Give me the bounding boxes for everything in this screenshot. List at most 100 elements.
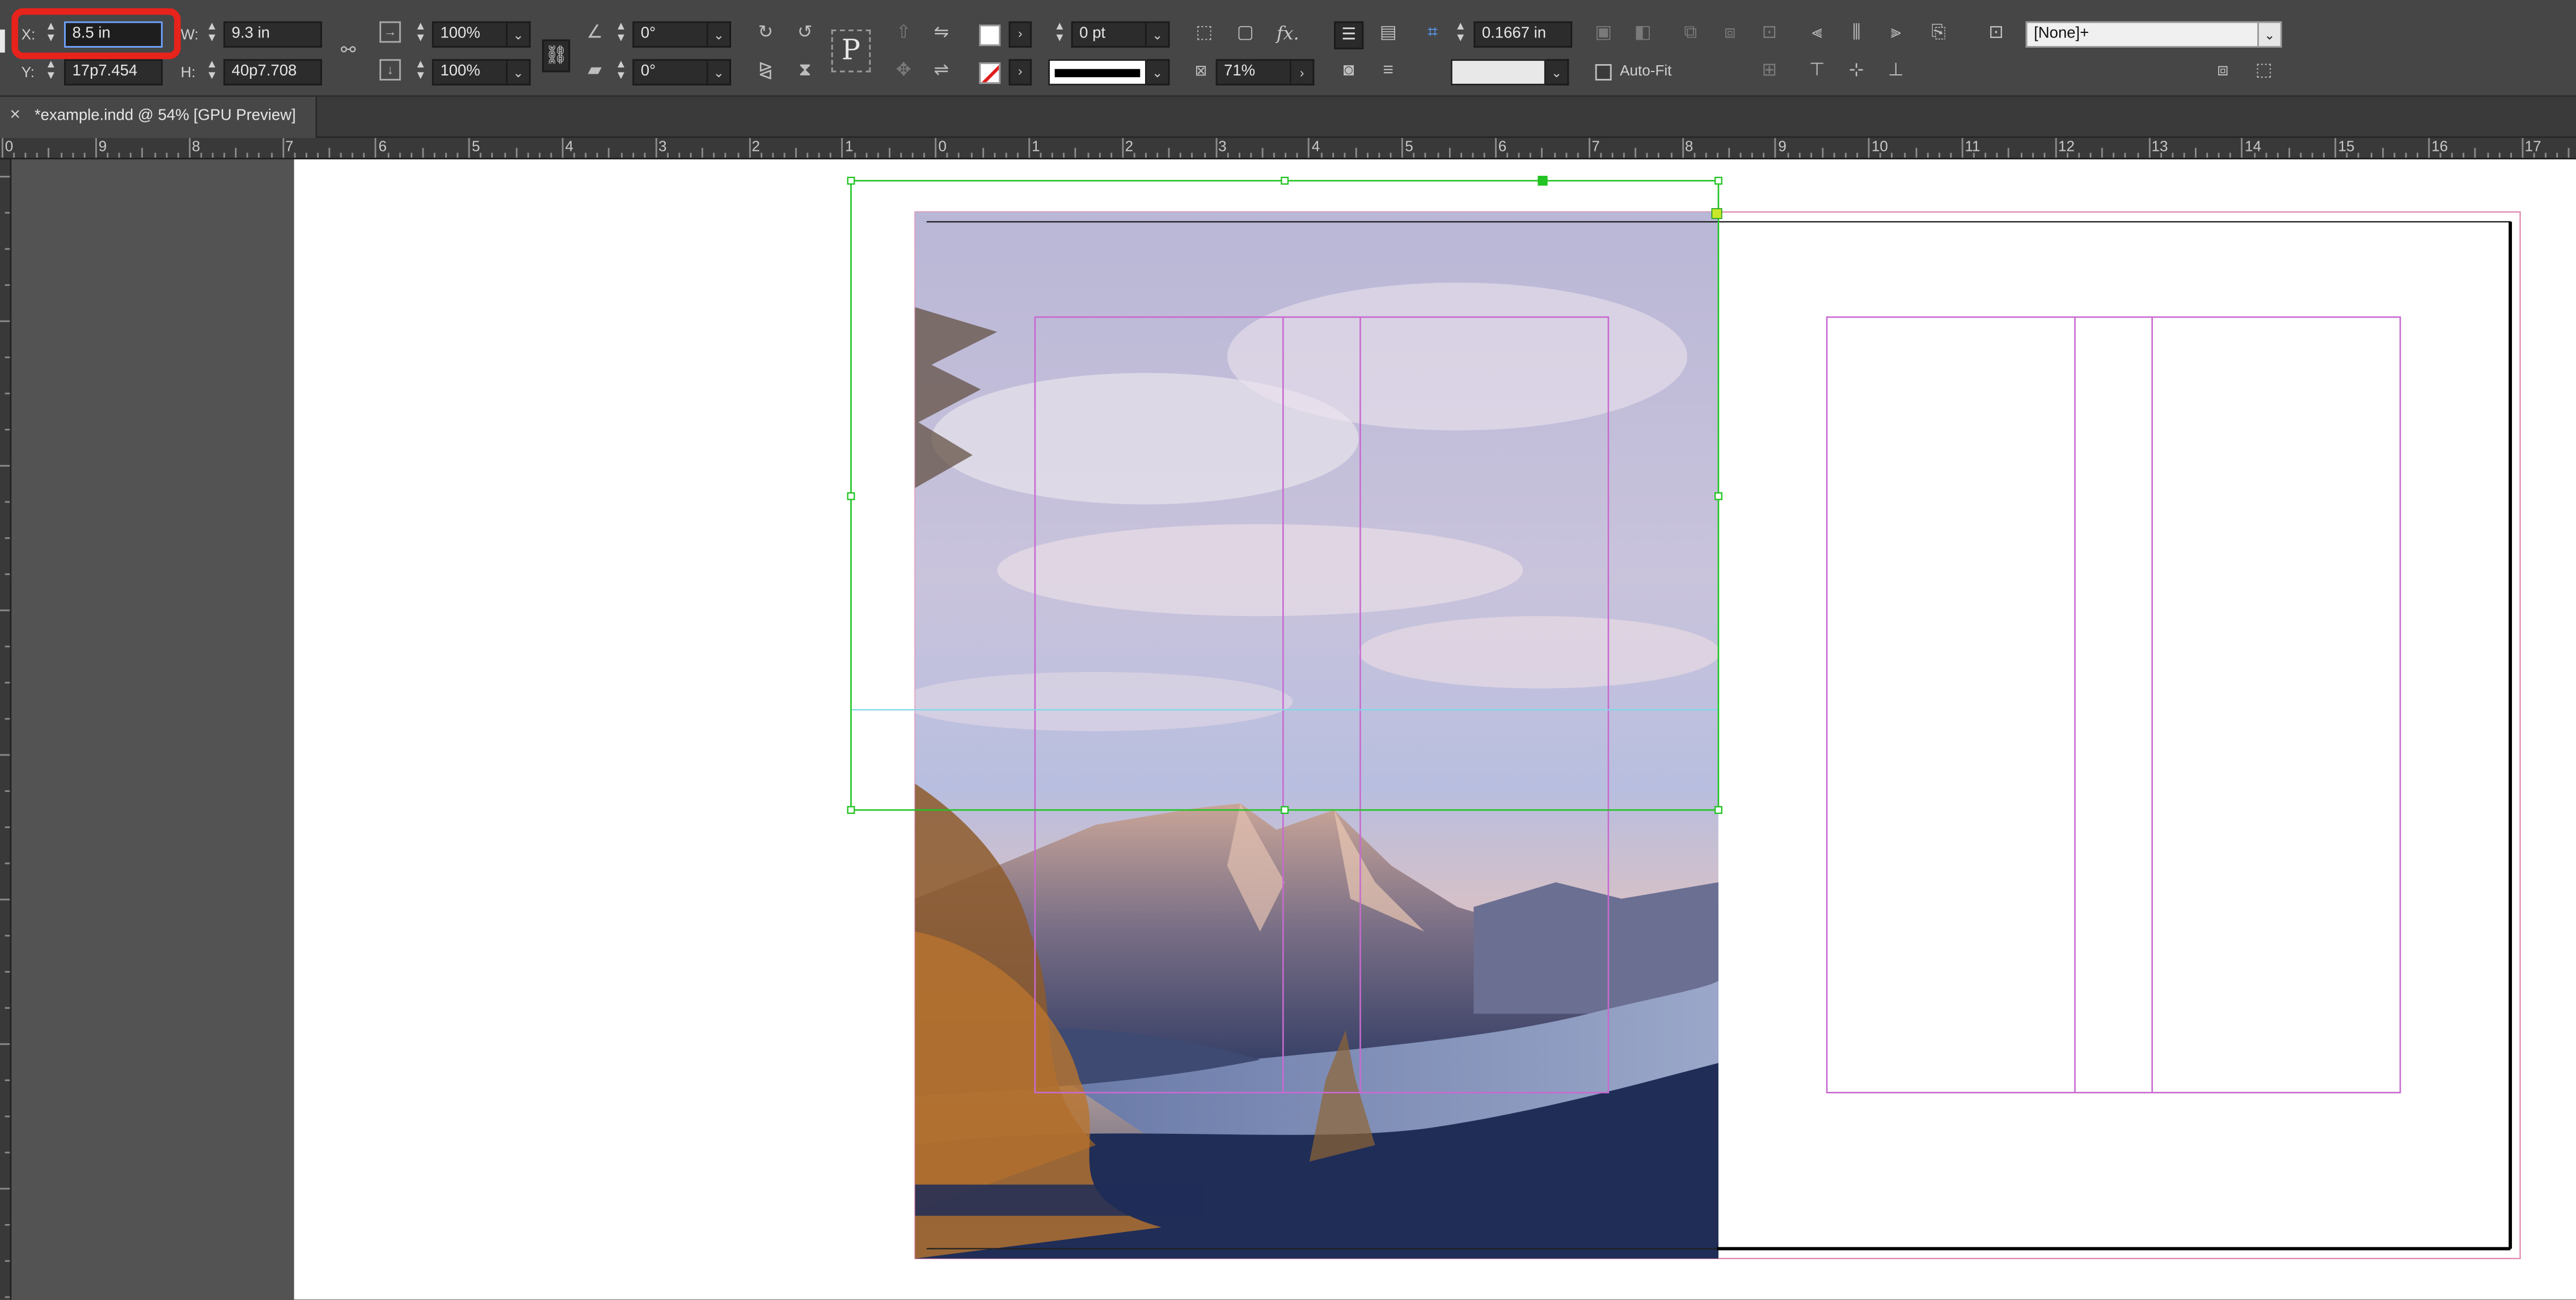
- scale-y-stepper[interactable]: ▲ ▼: [412, 59, 429, 85]
- select-content-icon[interactable]: ✥: [890, 59, 917, 85]
- flip-horizontal-icon[interactable]: ⧎: [753, 59, 779, 85]
- corner-options-icon[interactable]: ⬚: [1191, 22, 1217, 48]
- select-previous-icon[interactable]: ⇋: [928, 22, 955, 48]
- scale-y-dropdown[interactable]: ⌄: [508, 59, 531, 86]
- fit-content-to-frame-icon[interactable]: ⧈: [1717, 22, 1743, 48]
- w-stepper[interactable]: ▲ ▼: [204, 22, 220, 48]
- align-right-icon[interactable]: ⫸: [1883, 22, 1909, 48]
- stroke-type-selector[interactable]: [1048, 59, 1147, 86]
- ruler-minor-tick: [5, 645, 10, 648]
- close-tab-icon[interactable]: ×: [10, 105, 20, 125]
- text-wrap-jump-icon[interactable]: ≡: [1375, 59, 1401, 85]
- landscape-photo: [915, 212, 1718, 1259]
- offset-stepper[interactable]: ▲ ▼: [1452, 22, 1469, 48]
- ruler-minor-tick: [1938, 153, 1940, 158]
- pasteboard[interactable]: [11, 159, 2576, 1300]
- drop-shadow-icon[interactable]: ▢: [1232, 22, 1259, 48]
- stroke-weight-dropdown[interactable]: ⌄: [1146, 21, 1170, 48]
- ruler-minor-tick: [2265, 153, 2267, 158]
- rotate-counterclockwise-icon[interactable]: ↺: [792, 22, 818, 48]
- align-to-selection-icon[interactable]: ⎘: [1925, 22, 1952, 48]
- w-label: W:: [180, 26, 199, 43]
- center-content-icon[interactable]: ⊡: [1756, 22, 1783, 48]
- width-field[interactable]: 9.3 in: [223, 21, 322, 48]
- ruler-minor-tick: [1226, 153, 1228, 158]
- y-position-field[interactable]: 17p7.454: [64, 59, 163, 86]
- shear-stepper[interactable]: ▲ ▼: [613, 59, 629, 85]
- scale-x-dropdown[interactable]: ⌄: [508, 21, 531, 48]
- scale-x-field[interactable]: 100%: [432, 21, 508, 48]
- align-bottom-icon[interactable]: ⊥: [1883, 59, 1909, 85]
- ruler-minor-tick: [2136, 153, 2139, 158]
- fx-icon[interactable]: fx.: [1277, 23, 1299, 45]
- fit-frame-to-content-icon[interactable]: ⧉: [1678, 22, 1704, 48]
- ruler-minor-tick: [142, 147, 144, 158]
- opacity-field[interactable]: 71%: [1215, 59, 1291, 86]
- frame-stroke-dropdown[interactable]: ⌄: [1545, 59, 1569, 86]
- shear-dropdown[interactable]: ⌄: [708, 59, 732, 86]
- stroke-weight-stepper[interactable]: ▲ ▼: [1051, 22, 1068, 48]
- align-top-icon[interactable]: ⊤: [1804, 59, 1830, 85]
- fill-menu-button[interactable]: ›: [1008, 21, 1032, 48]
- ruler-minor-tick: [1576, 153, 1578, 158]
- select-next-icon[interactable]: ⇌: [928, 59, 955, 85]
- ruler-minor-tick: [5, 248, 10, 250]
- ruler-label: 8: [1684, 138, 1694, 155]
- stroke-type-dropdown[interactable]: ⌄: [1146, 59, 1170, 86]
- align-center-icon[interactable]: ⫼: [1843, 22, 1869, 48]
- ruler-minor-tick: [433, 153, 436, 158]
- scale-y-field[interactable]: 100%: [432, 59, 508, 86]
- flip-vertical-icon[interactable]: ⧗: [792, 59, 818, 85]
- opacity-menu-button[interactable]: ›: [1291, 59, 1315, 86]
- vertical-ruler[interactable]: [0, 159, 12, 1300]
- ruler-minor-tick: [5, 212, 10, 214]
- y-stepper[interactable]: ▲ ▼: [43, 59, 59, 85]
- stroke-weight-field[interactable]: 0 pt: [1071, 21, 1147, 48]
- ruler-minor-tick: [5, 537, 10, 539]
- ruler-minor-tick: [982, 147, 983, 158]
- horizontal-ruler[interactable]: 0 9 8 7 6 5 4 3 2 1 0 1 2 3 4 5 6 7 8 9 10 11 12 13 14 15 16 17: [0, 138, 2576, 159]
- content-aware-fit-icon[interactable]: ⊞: [1756, 59, 1783, 85]
- shear-angle-field[interactable]: 0°: [632, 59, 708, 86]
- stroke-swatch-icon[interactable]: [979, 62, 1001, 84]
- offset-field[interactable]: 0.1667 in: [1473, 21, 1573, 48]
- ruler-minor-tick: [2486, 153, 2489, 158]
- auto-fit-checkbox[interactable]: [1595, 64, 1612, 81]
- stroke-menu-button[interactable]: ›: [1008, 59, 1032, 86]
- text-wrap-bounding-icon[interactable]: ▤: [1375, 22, 1401, 48]
- ruler-minor-tick: [60, 153, 62, 158]
- align-left-icon[interactable]: ⫷: [1804, 22, 1830, 48]
- h-stepper[interactable]: ▲ ▼: [204, 59, 220, 85]
- ruler-minor-tick: [235, 147, 237, 158]
- ruler-minor-tick: [153, 153, 155, 158]
- scale-x-stepper[interactable]: ▲ ▼: [412, 22, 429, 48]
- select-container-icon[interactable]: ⇧: [890, 22, 917, 48]
- link-scale-button[interactable]: ⛓: [542, 39, 571, 73]
- ruler-minor-tick: [1297, 153, 1299, 158]
- reference-point-indicator[interactable]: P: [831, 29, 871, 73]
- height-field[interactable]: 40p7.708: [223, 59, 322, 86]
- text-wrap-none-button[interactable]: ☰: [1334, 21, 1364, 49]
- rotate-angle-field[interactable]: 0°: [632, 21, 708, 48]
- ruler-minor-tick: [0, 754, 10, 756]
- fill-frame-proportionally-icon[interactable]: ◧: [1630, 22, 1656, 48]
- fit-content-proportionally-icon[interactable]: ▣: [1590, 22, 1616, 48]
- constrain-proportions-icon[interactable]: ⚯: [335, 40, 361, 66]
- rotate-clockwise-icon[interactable]: ↻: [753, 22, 779, 48]
- align-middle-icon[interactable]: ⊹: [1843, 59, 1869, 85]
- ruler-minor-tick: [2206, 153, 2208, 158]
- panel-grip[interactable]: [0, 29, 5, 53]
- rotate-stepper[interactable]: ▲ ▼: [613, 22, 629, 48]
- ruler-tick: [842, 138, 844, 158]
- break-link-icon[interactable]: ⬚: [2250, 59, 2277, 85]
- object-style-dropdown[interactable]: ⌄: [2258, 21, 2282, 48]
- ruler-minor-tick: [2311, 153, 2313, 158]
- object-style-select[interactable]: [None]+: [2025, 21, 2259, 48]
- document-tab[interactable]: × *example.indd @ 54% [GPU Preview]: [0, 96, 318, 138]
- ruler-minor-tick: [5, 1224, 10, 1226]
- text-wrap-shape-icon[interactable]: ◙: [1336, 59, 1362, 85]
- frame-stroke-preview[interactable]: [1450, 59, 1546, 86]
- rotate-dropdown[interactable]: ⌄: [708, 21, 732, 48]
- fill-swatch-icon[interactable]: [979, 24, 1001, 47]
- clear-overrides-icon[interactable]: ⧈: [2210, 59, 2236, 85]
